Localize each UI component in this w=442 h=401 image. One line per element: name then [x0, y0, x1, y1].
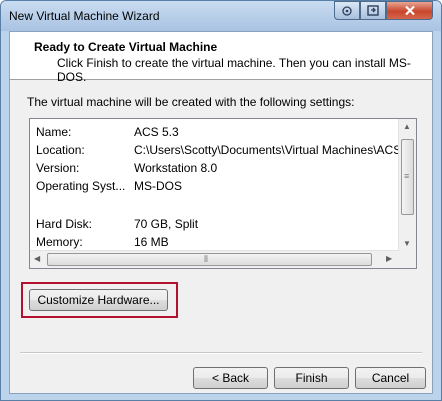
customize-hardware-button[interactable]: Customize Hardware... [29, 289, 168, 311]
setting-key: Version: [36, 161, 80, 175]
setting-value: 70 GB, Split [134, 217, 199, 231]
scroll-up-arrow-icon[interactable]: ▲ [403, 122, 411, 131]
settings-intro-text: The virtual machine will be created with… [27, 95, 355, 109]
wizard-client-area: Ready to Create Virtual Machine Click Fi… [9, 31, 433, 394]
setting-key: Location: [36, 143, 85, 157]
grip-icon: ≡ [404, 171, 410, 181]
cancel-button[interactable]: Cancel [355, 367, 426, 389]
restore-caption-button[interactable] [360, 1, 386, 20]
pin-icon [342, 5, 352, 16]
page-title: Ready to Create Virtual Machine [34, 40, 218, 54]
horizontal-scroll-thumb[interactable]: ⦀ [47, 253, 372, 266]
vertical-scroll-thumb[interactable]: ≡ [401, 139, 414, 215]
wizard-window: New Virtual Machine Wizard Ready to Crea… [0, 0, 442, 401]
scroll-right-arrow-icon[interactable]: ▶ [386, 254, 392, 263]
close-caption-button[interactable] [386, 1, 433, 20]
setting-key: Memory: [36, 235, 83, 249]
help-caption-button[interactable] [334, 1, 360, 20]
grip-icon: ⦀ [204, 254, 208, 264]
footer-separator [20, 352, 422, 354]
vertical-scrollbar[interactable]: ▲ ≡ ▼ [398, 119, 416, 251]
setting-value: C:\Users\Scotty\Documents\Virtual Machin… [134, 143, 412, 157]
back-button[interactable]: < Back [193, 367, 268, 389]
page-subtitle: Click Finish to create the virtual machi… [57, 56, 411, 84]
setting-value: 16 MB [134, 235, 169, 249]
close-icon [404, 5, 415, 16]
wizard-header: Ready to Create Virtual Machine Click Fi… [10, 32, 432, 84]
settings-list[interactable]: Name: ACS 5.3 Location: C:\Users\Scotty\… [29, 118, 417, 269]
setting-value: Workstation 8.0 [134, 161, 218, 175]
setting-key: Operating Syst... [36, 179, 126, 193]
scroll-left-arrow-icon[interactable]: ◀ [34, 254, 40, 263]
title-bar: New Virtual Machine Wizard [1, 1, 441, 31]
scroll-down-arrow-icon[interactable]: ▼ [403, 239, 411, 248]
setting-key: Hard Disk: [36, 217, 93, 231]
setting-value: ACS 5.3 [134, 125, 179, 139]
horizontal-scrollbar[interactable]: ◀ ⦀ ▶ [30, 250, 399, 268]
window-title: New Virtual Machine Wizard [9, 9, 160, 23]
window-restore-icon [367, 5, 379, 16]
scrollbar-corner [399, 251, 416, 268]
setting-key: Name: [36, 125, 72, 139]
finish-button[interactable]: Finish [274, 367, 349, 389]
setting-value: MS-DOS [134, 179, 182, 193]
